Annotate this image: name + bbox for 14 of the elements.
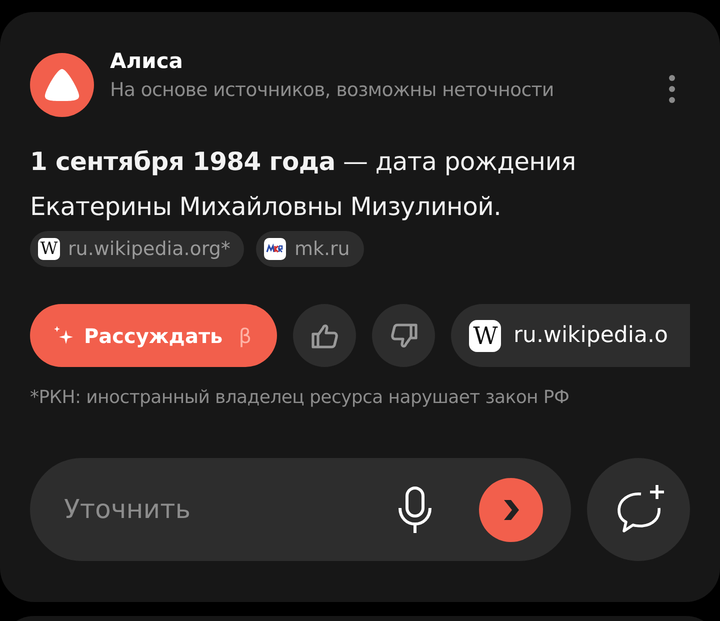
source-link[interactable]: mk.ru bbox=[256, 231, 364, 267]
assistant-name: Алиса bbox=[110, 48, 184, 75]
wikipedia-icon: W bbox=[38, 238, 60, 260]
logo-icon bbox=[30, 53, 94, 117]
input-field[interactable]: Уточнить bbox=[62, 494, 395, 526]
source-link[interactable]: W ru.wikipedia.org* bbox=[30, 231, 244, 267]
source-link[interactable]: W ru.wikipedia.o bbox=[451, 304, 690, 367]
answer-text: 1 сентября 1984 года — дата рождения Екатерины Михайловны Мизулиной. bbox=[30, 146, 577, 223]
more-icon[interactable] bbox=[668, 74, 676, 104]
site-logo-icon bbox=[264, 238, 286, 260]
subtitle: На основе источников, возможны неточности bbox=[110, 78, 555, 103]
chevron-icon bbox=[501, 498, 521, 522]
wikipedia-icon: W bbox=[469, 320, 502, 352]
footnote: *РКН: иностранный владелец ресурса нарушает закон РФ bbox=[30, 387, 570, 408]
